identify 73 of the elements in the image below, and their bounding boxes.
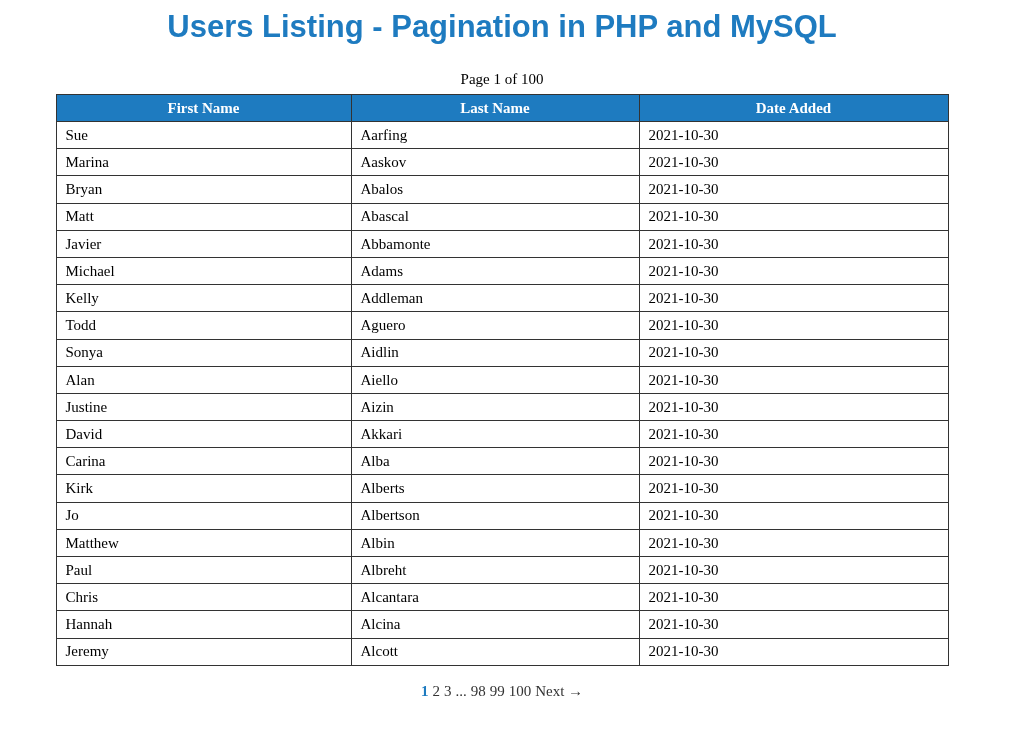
table-cell: Alba — [351, 447, 639, 475]
table-cell: 2021-10-30 — [639, 502, 948, 530]
table-cell: Aaskov — [351, 148, 639, 176]
table-cell: Albin — [351, 529, 639, 557]
table-cell: Aidlin — [351, 339, 639, 367]
column-header: Last Name — [351, 94, 639, 122]
table-cell: Aarfing — [351, 121, 639, 149]
table-cell: 2021-10-30 — [639, 175, 948, 204]
table-cell: Aizin — [351, 393, 639, 421]
table-cell: 2021-10-30 — [639, 366, 948, 394]
table-cell: 2021-10-30 — [639, 257, 948, 285]
page-link[interactable]: 98 — [470, 679, 486, 703]
table-cell: Jeremy — [56, 638, 351, 666]
pagination-ellipsis: ... — [455, 681, 467, 701]
table-cell: Matthew — [56, 529, 351, 557]
table-cell: Michael — [56, 257, 351, 285]
table-cell: Aiello — [351, 366, 639, 394]
table-cell: Alberts — [351, 474, 639, 503]
table-cell: 2021-10-30 — [639, 393, 948, 421]
table-cell: 2021-10-30 — [639, 638, 948, 666]
table-cell: Alcott — [351, 638, 639, 666]
table-cell: Albertson — [351, 502, 639, 530]
table-cell: Javier — [56, 230, 351, 258]
table-cell: Albreht — [351, 556, 639, 584]
table-cell: Alcantara — [351, 583, 639, 611]
table-cell: Addleman — [351, 284, 639, 312]
table-cell: 2021-10-30 — [639, 148, 948, 176]
page-link[interactable]: 99 — [489, 679, 505, 703]
table-cell: David — [56, 420, 351, 448]
page-link[interactable]: 100 — [508, 679, 532, 703]
page-title: Users Listing - Pagination in PHP and MySQL — [167, 8, 837, 46]
table-cell: 2021-10-30 — [639, 556, 948, 584]
table-cell: Bryan — [56, 175, 351, 204]
table-cell: 2021-10-30 — [639, 474, 948, 503]
table-cell: Paul — [56, 556, 351, 584]
table-cell: 2021-10-30 — [639, 420, 948, 448]
table-cell: Sue — [56, 121, 351, 149]
column-header: Date Added — [639, 94, 948, 122]
table-cell: 2021-10-30 — [639, 230, 948, 258]
table-cell: Justine — [56, 393, 351, 421]
table-cell: Chris — [56, 583, 351, 611]
table-cell: Marina — [56, 148, 351, 176]
table-cell: 2021-10-30 — [639, 284, 948, 312]
page-link[interactable]: 1 — [420, 679, 429, 703]
table-cell: 2021-10-30 — [639, 203, 948, 231]
table-cell: 2021-10-30 — [639, 311, 948, 339]
next-link[interactable]: Next → — [535, 679, 584, 703]
page-link[interactable]: 2 — [432, 679, 440, 703]
table-cell: 2021-10-30 — [639, 583, 948, 611]
table-cell: 2021-10-30 — [639, 339, 948, 367]
table-cell: 2021-10-30 — [639, 610, 948, 639]
table-cell: Abascal — [351, 203, 639, 231]
table-cell: 2021-10-30 — [639, 121, 948, 149]
page-link[interactable]: 3 — [443, 679, 452, 703]
table-cell: Kirk — [56, 474, 351, 503]
column-header: First Name — [56, 94, 351, 122]
table-cell: Carina — [56, 447, 351, 475]
table-cell: 2021-10-30 — [639, 529, 948, 557]
table-cell: Alan — [56, 366, 351, 394]
table-cell: Todd — [56, 311, 351, 339]
table-cell: Jo — [56, 502, 351, 530]
table-cell: Alcina — [351, 610, 639, 639]
table-cell: Aguero — [351, 311, 639, 339]
table-cell: Hannah — [56, 610, 351, 639]
table-cell: Matt — [56, 203, 351, 231]
page-indicator: Page 1 of 100 — [460, 70, 544, 88]
table-cell: Kelly — [56, 284, 351, 312]
table-cell: 2021-10-30 — [639, 447, 948, 475]
table-cell: Adams — [351, 257, 639, 285]
table-cell: Sonya — [56, 339, 351, 367]
table-cell: Abalos — [351, 175, 639, 204]
table-cell: Abbamonte — [351, 230, 639, 258]
table-cell: Akkari — [351, 420, 639, 448]
